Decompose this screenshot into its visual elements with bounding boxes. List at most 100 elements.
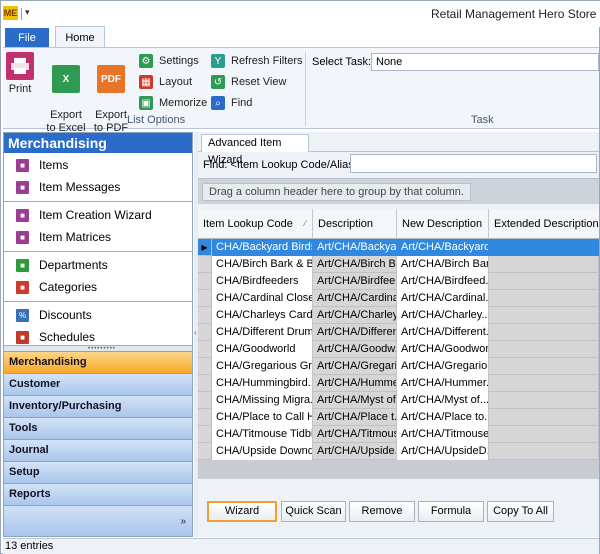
cell-item-lookup-code[interactable]: CHA/Place to Call H... [212,409,313,426]
cell-extended-description[interactable] [489,375,599,392]
cell-description[interactable]: Art/CHA/Upside... [313,443,397,460]
cell-extended-description[interactable] [489,341,599,358]
formula-button[interactable]: Formula [418,501,484,522]
nav-section-setup[interactable]: Setup [4,461,192,483]
cell-item-lookup-code[interactable]: CHA/Backyard Birds [212,239,313,256]
cell-extended-description[interactable] [489,409,599,426]
cell-description[interactable]: Art/CHA/Birch B... [313,256,397,273]
row-indicator[interactable] [198,324,212,341]
reset-view-button[interactable]: ↺ Reset View [211,73,286,91]
table-row[interactable]: CHA/Birdfeeders Art/CHA/Birdfee... Art/CHA… [198,273,599,290]
cell-item-lookup-code[interactable]: CHA/Birch Bark & B... [212,256,313,273]
export-excel-button[interactable]: X Export to Excel [45,52,87,135]
cell-item-lookup-code[interactable]: CHA/Charleys Cardi... [212,307,313,324]
row-indicator[interactable] [198,409,212,426]
table-row[interactable]: ▶ CHA/Backyard Birds Art/CHA/Backya... Art/… [198,239,599,256]
wizard-button[interactable]: Wizard [207,501,277,522]
tab-file[interactable]: File [5,28,49,48]
nav-item-items[interactable]: ■ Items [4,154,192,176]
remove-button[interactable]: Remove [349,501,415,522]
table-row[interactable]: CHA/Gregarious Gr...Art/CHA/Gregari...Ar… [198,358,599,375]
nav-section-customer[interactable]: Customer [4,373,192,395]
cell-extended-description[interactable] [489,358,599,375]
column-header-new-description[interactable]: New Description [397,209,489,239]
copy-to-all-button[interactable]: Copy To All [487,501,554,522]
table-row[interactable]: CHA/Charleys Cardi...Art/CHA/Charley...A… [198,307,599,324]
cell-extended-description[interactable] [489,239,599,256]
table-row[interactable]: CHA/Birch Bark & B... Art/CHA/Birch B... A… [198,256,599,273]
cell-new-description[interactable]: Art/CHA/Backyard... [397,239,489,256]
cell-extended-description[interactable] [489,426,599,443]
nav-section-merchandising[interactable]: Merchandising [4,351,192,373]
cell-new-description[interactable]: Art/CHA/Charley... [397,307,489,324]
column-header-item-lookup-code[interactable]: Item Lookup Code ⁄ [198,209,313,239]
cell-item-lookup-code[interactable]: CHA/Gregarious Gr... [212,358,313,375]
chevron-double-down-icon[interactable]: » [180,516,186,527]
table-row[interactable]: CHA/Upside Downd... Art/CHA/Upside... Art/… [198,443,599,460]
cell-extended-description[interactable] [489,443,599,460]
settings-button[interactable]: ⚙ Settings [139,52,199,70]
nav-item-departments[interactable]: ■ Departments [4,254,192,276]
cell-new-description[interactable]: Art/CHA/Cardinal... [397,290,489,307]
cell-item-lookup-code[interactable]: CHA/Hummingbird... [212,375,313,392]
cell-new-description[interactable]: Art/CHA/Birdfeed... [397,273,489,290]
row-indicator[interactable] [198,256,212,273]
row-indicator[interactable] [198,443,212,460]
table-row[interactable]: CHA/Hummingbird...Art/CHA/Humme...Art/CH… [198,375,599,392]
table-row[interactable]: CHA/Missing Migra... Art/CHA/Myst of... Ar… [198,392,599,409]
cell-description[interactable]: Art/CHA/Charley... [313,307,397,324]
row-indicator[interactable] [198,290,212,307]
select-task-dropdown[interactable]: None [371,53,599,71]
table-row[interactable]: CHA/Titmouse TidbitArt/CHA/Titmous...Art… [198,426,599,443]
nav-item-categories[interactable]: ■ Categories [4,276,192,298]
cell-description[interactable]: Art/CHA/Humme... [313,375,397,392]
quick-scan-button[interactable]: Quick Scan [281,501,346,522]
refresh-filters-button[interactable]: Y Refresh Filters [211,52,303,70]
cell-item-lookup-code[interactable]: CHA/Goodworld [212,341,313,358]
cell-description[interactable]: Art/CHA/Birdfee... [313,273,397,290]
app-logo-icon[interactable]: ME [3,6,18,20]
cell-new-description[interactable]: Art/CHA/Place to... [397,409,489,426]
print-button[interactable]: Print [5,52,35,96]
table-row[interactable]: CHA/Different Drum...Art/CHA/Differen...… [198,324,599,341]
cell-new-description[interactable]: Art/CHA/Gregario... [397,358,489,375]
cell-extended-description[interactable] [489,256,599,273]
group-by-panel[interactable]: Drag a column header here to group by th… [198,178,599,204]
cell-item-lookup-code[interactable]: CHA/Missing Migra... [212,392,313,409]
cell-extended-description[interactable] [489,273,599,290]
cell-description[interactable]: Art/CHA/Cardina... [313,290,397,307]
nav-section-inventory-purchasing[interactable]: Inventory/Purchasing [4,395,192,417]
cell-extended-description[interactable] [489,392,599,409]
nav-section-tools[interactable]: Tools [4,417,192,439]
find-button[interactable]: ⌕ Find [211,94,252,112]
find-input[interactable] [350,154,597,173]
cell-new-description[interactable]: Art/CHA/Myst of... [397,392,489,409]
cell-description[interactable]: Art/CHA/Myst of... [313,392,397,409]
cell-new-description[interactable]: Art/CHA/Goodwor... [397,341,489,358]
quick-access-dropdown-icon[interactable]: ▾ [25,7,30,18]
cell-item-lookup-code[interactable]: CHA/Cardinal Close... [212,290,313,307]
row-indicator[interactable] [198,273,212,290]
export-pdf-button[interactable]: PDF Export to PDF [91,52,131,135]
column-header-description[interactable]: Description [313,209,397,239]
row-indicator[interactable] [198,341,212,358]
tab-home[interactable]: Home [55,26,105,48]
nav-item-item-messages[interactable]: ■ Item Messages [4,176,192,198]
row-indicator[interactable] [198,358,212,375]
row-indicator[interactable] [198,426,212,443]
cell-item-lookup-code[interactable]: CHA/Titmouse Tidbit [212,426,313,443]
cell-description[interactable]: Art/CHA/Gregari... [313,358,397,375]
cell-new-description[interactable]: Art/CHA/Different... [397,324,489,341]
cell-extended-description[interactable] [489,290,599,307]
cell-item-lookup-code[interactable]: CHA/Upside Downd... [212,443,313,460]
nav-item-discounts[interactable]: % Discounts [4,304,192,326]
column-header-extended-description[interactable]: Extended Description [489,209,599,239]
cell-new-description[interactable]: Art/CHA/Birch Bar... [397,256,489,273]
cell-new-description[interactable]: Art/CHA/UpsideD... [397,443,489,460]
cell-description[interactable]: Art/CHA/Place t... [313,409,397,426]
cell-item-lookup-code[interactable]: CHA/Different Drum... [212,324,313,341]
cell-extended-description[interactable] [489,324,599,341]
cell-new-description[interactable]: Art/CHA/Titmouse... [397,426,489,443]
nav-section-journal[interactable]: Journal [4,439,192,461]
cell-description[interactable]: Art/CHA/Differen... [313,324,397,341]
